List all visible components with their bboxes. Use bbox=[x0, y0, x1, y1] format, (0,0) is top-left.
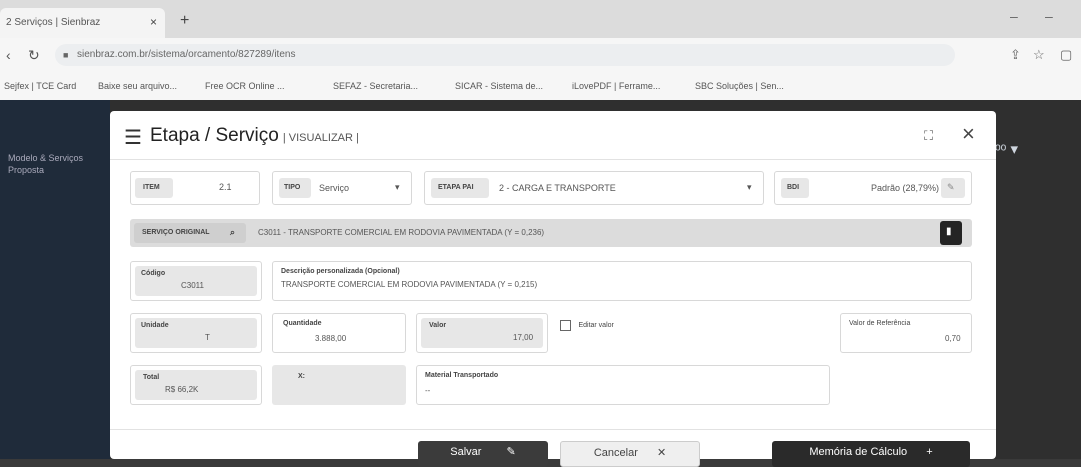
app-sidebar: Modelo & Serviços Proposta bbox=[0, 100, 110, 459]
editar-valor-checkbox[interactable]: Editar valor bbox=[560, 317, 614, 335]
quantidade-field[interactable]: Quantidade 3.888,00 bbox=[272, 313, 406, 353]
tipo-value: Serviço bbox=[319, 183, 350, 193]
trash-icon: ▮ bbox=[946, 226, 952, 237]
modal-header: ☰ Etapa / Serviço | VISUALIZAR | ⛶ × bbox=[110, 111, 996, 160]
codigo-field[interactable]: Código C3011 bbox=[130, 261, 262, 301]
address-bar-row: ‹ ↻ ■ sienbraz.com.br/sistema/orcamento/… bbox=[0, 38, 1081, 72]
star-icon[interactable]: ☆ bbox=[1033, 47, 1045, 63]
tipo-label: TIPO bbox=[284, 184, 301, 191]
codigo-value: C3011 bbox=[181, 281, 204, 290]
url-field[interactable]: ■ sienbraz.com.br/sistema/orcamento/8272… bbox=[55, 44, 955, 66]
modal-subtitle: | VISUALIZAR | bbox=[282, 132, 359, 144]
save-button[interactable]: Salvar ✎ bbox=[418, 441, 548, 467]
search-icon: ⌕ bbox=[230, 227, 236, 237]
bdi-value: Padrão (28,79%) bbox=[871, 183, 940, 193]
back-icon[interactable]: ‹ bbox=[6, 47, 11, 63]
close-icon: ✕ bbox=[656, 447, 667, 459]
browser-tab[interactable]: 2 Serviços | Sienbraz × bbox=[0, 8, 165, 38]
save-icon: ✎ bbox=[506, 446, 516, 458]
bookmark[interactable]: SICAR - Sistema de... bbox=[455, 81, 543, 91]
servico-original-button[interactable]: SERVIÇO ORIGINAL ⌕ bbox=[134, 223, 246, 243]
item-field[interactable]: ITEM 2.1 bbox=[130, 171, 260, 205]
close-tab-icon[interactable]: × bbox=[150, 15, 157, 29]
bookmark[interactable]: Baixe seu arquivo... bbox=[98, 81, 177, 91]
url-text: sienbraz.com.br/sistema/orcamento/827289… bbox=[77, 49, 296, 60]
etapa-pai-value: 2 - CARGA E TRANSPORTE bbox=[499, 183, 616, 193]
browser-tab-bar: 2 Serviços | Sienbraz × + – – bbox=[0, 0, 1081, 38]
descricao-field[interactable]: Descrição personalizada (Opcional) TRANS… bbox=[272, 261, 972, 301]
list-icon: ☰ bbox=[124, 127, 142, 149]
expand-icon[interactable]: ⛶ bbox=[924, 128, 933, 144]
total-label: Total bbox=[143, 374, 160, 381]
window-icon[interactable]: ▢ bbox=[1060, 47, 1072, 63]
material-label: Material Transportado bbox=[425, 372, 499, 379]
modal-footer-divider bbox=[110, 429, 996, 430]
descricao-label: Descrição personalizada (Opcional) bbox=[281, 268, 400, 275]
modal-title: Etapa / Serviço | VISUALIZAR | bbox=[150, 125, 359, 146]
bdi-label: BDI bbox=[787, 184, 800, 191]
item-label: ITEM bbox=[143, 184, 160, 191]
new-tab-icon[interactable]: + bbox=[180, 12, 189, 30]
chevron-down-icon: ▾ bbox=[747, 182, 752, 192]
memoria-calculo-label: Memória de Cálculo bbox=[809, 446, 908, 458]
bookmark[interactable]: iLovePDF | Ferrame... bbox=[572, 81, 660, 91]
unidade-label: Unidade bbox=[141, 322, 169, 329]
total-field[interactable]: Total R$ 66,2K bbox=[130, 365, 262, 405]
unidade-field[interactable]: Unidade T bbox=[130, 313, 262, 353]
x-field[interactable]: X: bbox=[272, 365, 406, 405]
valor-referencia-value: 0,70 bbox=[945, 334, 961, 343]
total-value: R$ 66,2K bbox=[165, 385, 199, 394]
save-label: Salvar bbox=[450, 446, 482, 458]
lock-icon: ■ bbox=[63, 50, 69, 60]
sidebar-label: Modelo & Serviços Proposta bbox=[8, 153, 84, 175]
bookmark[interactable]: Free OCR Online ... bbox=[205, 81, 285, 91]
composicao-field: SERVIÇO ORIGINAL ⌕ C3011 - TRANSPORTE CO… bbox=[130, 219, 972, 247]
servico-original-label: SERVIÇO ORIGINAL bbox=[142, 229, 210, 236]
valor-value: 17,00 bbox=[513, 333, 534, 342]
add-icon: + bbox=[926, 446, 933, 458]
bookmark[interactable]: SBC Soluções | Sen... bbox=[695, 81, 784, 91]
edit-bdi-button[interactable]: ✎ bbox=[941, 178, 965, 198]
item-value: 2.1 bbox=[219, 182, 232, 192]
editar-valor-label: Editar valor bbox=[578, 322, 614, 330]
bdi-field[interactable]: BDI Padrão (28,79%) ✎ bbox=[774, 171, 972, 205]
etapa-pai-label: ETAPA PAI bbox=[438, 184, 474, 191]
x-label: X: bbox=[298, 373, 305, 380]
chevron-down-icon: ▾ bbox=[395, 182, 400, 192]
material-value: -- bbox=[425, 386, 431, 395]
unidade-value: T bbox=[205, 333, 210, 342]
descricao-value: TRANSPORTE COMERCIAL EM RODOVIA PAVIMENT… bbox=[281, 280, 538, 289]
cancel-button[interactable]: Cancelar ✕ bbox=[560, 441, 700, 467]
memoria-calculo-button[interactable]: Memória de Cálculo + bbox=[772, 441, 970, 467]
edit-icon: ✎ bbox=[947, 182, 955, 192]
composicao-value: C3011 - TRANSPORTE COMERCIAL EM RODOVIA … bbox=[258, 228, 545, 237]
etapa-servico-modal: ☰ Etapa / Serviço | VISUALIZAR | ⛶ × ITEM… bbox=[110, 111, 996, 467]
share-icon[interactable]: ⇪ bbox=[1010, 47, 1021, 63]
valor-referencia-field[interactable]: Valor de Referência 0,70 bbox=[840, 313, 972, 353]
tipo-select[interactable]: TIPO Serviço ▾ bbox=[272, 171, 412, 205]
valor-label: Valor bbox=[429, 322, 447, 329]
quantidade-label: Quantidade bbox=[283, 320, 322, 327]
material-field[interactable]: Material Transportado -- bbox=[416, 365, 830, 405]
codigo-label: Código bbox=[141, 270, 166, 277]
checkbox-box[interactable] bbox=[560, 320, 571, 332]
reload-icon[interactable]: ↻ bbox=[28, 47, 40, 64]
tab-title: 2 Serviços | Sienbraz bbox=[6, 17, 101, 28]
bookmark[interactable]: SEFAZ - Secretaria... bbox=[333, 81, 418, 91]
bookmark[interactable]: Sejfex | TCE Card bbox=[4, 81, 76, 91]
valor-field[interactable]: Valor 17,00 bbox=[416, 313, 548, 353]
bookmarks-bar: Sejfex | TCE Card Baixe seu arquivo... F… bbox=[0, 72, 1081, 101]
quantidade-value: 3.888,00 bbox=[315, 334, 347, 343]
restore-icon[interactable]: – bbox=[1045, 8, 1053, 24]
close-icon[interactable]: × bbox=[962, 121, 975, 147]
delete-button[interactable]: ▮ bbox=[940, 221, 962, 245]
valor-referencia-label: Valor de Referência bbox=[849, 320, 911, 327]
minimize-icon[interactable]: – bbox=[1010, 8, 1018, 24]
etapa-pai-select[interactable]: ETAPA PAI 2 - CARGA E TRANSPORTE ▾ bbox=[424, 171, 764, 205]
cancel-label: Cancelar bbox=[593, 447, 638, 459]
background-content: ᵒᵒ ▾ bbox=[995, 141, 1019, 158]
